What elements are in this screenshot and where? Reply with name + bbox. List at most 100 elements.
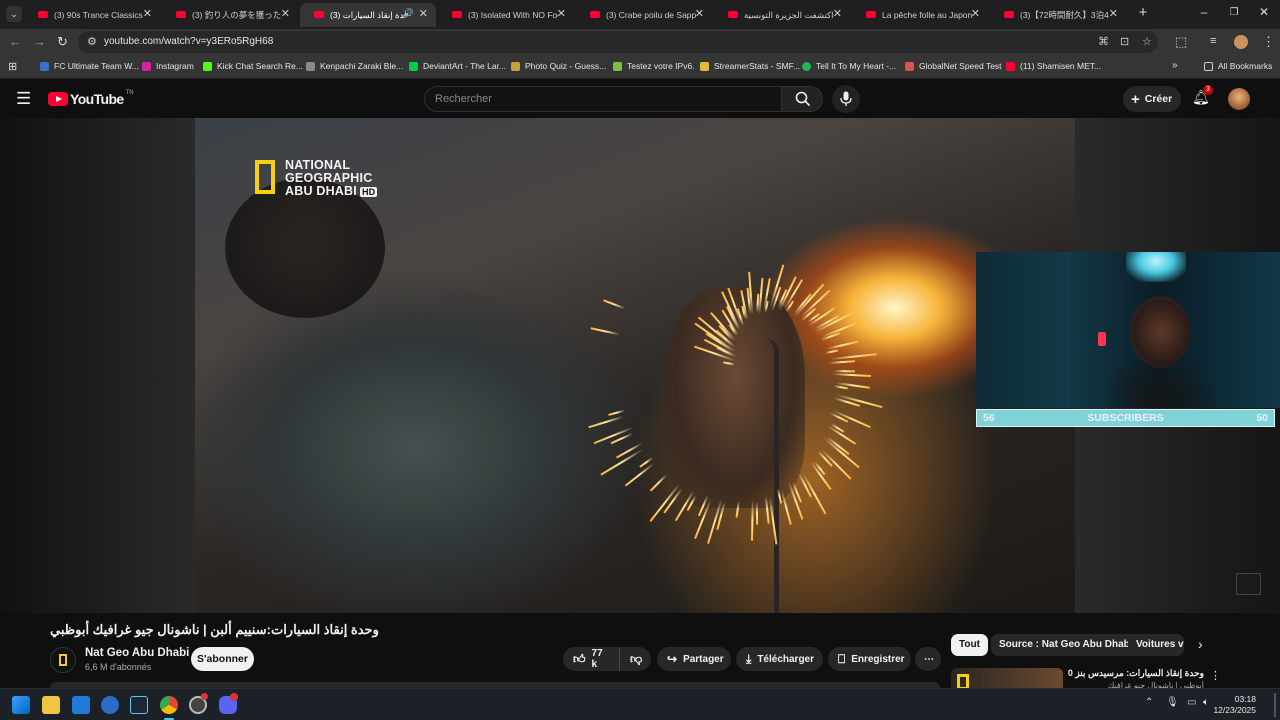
like-button[interactable]: 👍︎ 77 k xyxy=(563,647,619,671)
tab-6[interactable]: اكتشفت الجزيرة التونسية |✕ xyxy=(714,3,850,27)
bookmark-item[interactable]: Instagram xyxy=(142,61,194,71)
close-tab-icon[interactable]: ✕ xyxy=(419,7,428,20)
install-app-icon[interactable]: ⊡ xyxy=(1120,35,1129,48)
search-input[interactable]: Rechercher xyxy=(424,86,782,112)
bookmark-item[interactable]: Testez votre IPv6. xyxy=(613,61,695,71)
close-tab-icon[interactable]: ✕ xyxy=(695,7,704,20)
recommended-menu-icon[interactable]: ⋮ xyxy=(1210,669,1221,682)
share-button[interactable]: ↪ Partager xyxy=(657,647,731,671)
youtube-favicon-icon xyxy=(590,11,600,18)
search-button[interactable] xyxy=(781,86,823,112)
tab-3-active[interactable]: (3) وحدة إنقاذ السيارات🔊✕ xyxy=(300,3,436,27)
extensions-icon[interactable]: ⬚ xyxy=(1175,34,1187,50)
tray-display-icon[interactable]: ▭ xyxy=(1187,697,1196,708)
youtube-logo[interactable]: YouTube TN xyxy=(48,90,134,107)
chevron-right-icon[interactable]: › xyxy=(1198,636,1203,652)
close-tab-icon[interactable]: ✕ xyxy=(281,7,290,20)
tray-chevron-icon[interactable]: ⌃ xyxy=(1145,697,1153,708)
chip-all[interactable]: Tout xyxy=(951,634,988,656)
youtube-favicon-icon xyxy=(38,11,48,18)
bookmark-item[interactable]: Photo Quiz - Guess... xyxy=(511,61,606,71)
tab-4[interactable]: (3) Isolated With NO Foo ✕ xyxy=(438,3,574,27)
forward-icon[interactable]: → xyxy=(33,34,46,49)
close-tab-icon[interactable]: ✕ xyxy=(971,7,980,20)
close-tab-icon[interactable]: ✕ xyxy=(143,7,152,20)
channel-watermark-icon[interactable] xyxy=(1236,573,1261,595)
dislike-button[interactable]: 👎︎ xyxy=(619,647,651,671)
bookmark-item[interactable]: Tell It To My Heart -... xyxy=(802,61,896,71)
bookmark-item[interactable]: Kick Chat Search Re... xyxy=(203,61,303,71)
steam-icon[interactable] xyxy=(130,696,148,714)
all-bookmarks-folder[interactable]: All Bookmarks xyxy=(1204,61,1272,71)
subscribe-button[interactable]: S'abonner xyxy=(191,647,254,671)
reload-icon[interactable]: ↻ xyxy=(57,34,68,50)
profile-avatar-icon[interactable] xyxy=(1234,35,1248,49)
recommended-thumbnail[interactable] xyxy=(951,668,1063,690)
audio-playing-icon[interactable]: 🔊 xyxy=(403,8,414,19)
tab-8[interactable]: (3)【72時間耐久】3泊4日 ✕ xyxy=(990,3,1126,27)
tray-volume-icon[interactable]: 🔈︎ xyxy=(1203,697,1209,708)
video-frame: NATIONAL GEOGRAPHIC ABU DHABI HD xyxy=(195,118,1075,613)
menu-kebab-icon[interactable]: ⋮ xyxy=(1262,34,1275,50)
tray-mic-icon[interactable]: 🎙︎ xyxy=(1166,697,1179,708)
chrome-icon[interactable] xyxy=(160,696,178,714)
bookmark-item[interactable]: DeviantArt - The Lar... xyxy=(409,61,506,71)
file-explorer-icon[interactable] xyxy=(42,696,60,714)
close-tab-icon[interactable]: ✕ xyxy=(557,7,566,20)
url-text[interactable]: youtube.com/watch?v=y3ERo5RgH68 xyxy=(104,36,273,47)
translate-icon[interactable]: ⌘ xyxy=(1098,35,1109,48)
windows-start-icon[interactable] xyxy=(12,696,30,714)
bookmark-item[interactable]: FC Ultimate Team W... xyxy=(40,61,139,71)
user-avatar[interactable] xyxy=(1228,88,1250,110)
create-button[interactable]: + Créer xyxy=(1123,86,1181,112)
tab-7[interactable]: La pêche folle au Japon - ✕ xyxy=(852,3,988,27)
voice-search-button[interactable] xyxy=(832,85,860,113)
bookmark-item[interactable]: GlobalNet Speed Test xyxy=(905,61,1002,71)
maximize-icon[interactable]: ❐ xyxy=(1224,7,1244,18)
new-tab-icon[interactable]: + xyxy=(1133,4,1153,21)
download-button[interactable]: ⤓ Télécharger xyxy=(736,647,823,671)
recommended-title[interactable]: وحدة إنقاذ السيارات: مرسيدس بنز 230 إس xyxy=(1068,668,1204,679)
system-clock[interactable]: 03:18 12/23/2025 xyxy=(1213,694,1256,716)
video-title: وحدة إنقاذ السيارات:سنييم ألبن | ناشونال… xyxy=(50,622,379,637)
address-bar[interactable]: ⚙ youtube.com/watch?v=y3ERo5RgH68 ⌘ ⊡ ☆ xyxy=(78,31,1158,53)
save-button[interactable]: ⎕ Enregistrer xyxy=(828,647,911,671)
nat-geo-mini-icon xyxy=(59,654,67,666)
red-badge xyxy=(201,693,208,700)
video-left-blur xyxy=(0,118,195,613)
tab-2[interactable]: (3) 釣り人の夢を獲った！堤✕ xyxy=(162,3,298,27)
hamburger-menu-icon[interactable]: ☰ xyxy=(16,89,31,109)
minimize-icon[interactable]: – xyxy=(1194,5,1214,19)
more-actions-button[interactable]: ⋯ xyxy=(915,647,941,671)
spark-streak xyxy=(828,359,855,364)
channel-name[interactable]: Nat Geo Abu Dhabi xyxy=(85,647,189,659)
back-icon[interactable]: ← xyxy=(9,34,22,49)
bookmark-item[interactable]: StreamerStats - SMF... xyxy=(700,61,800,71)
youtube-favicon-icon xyxy=(866,11,876,18)
bookmark-favicon-icon xyxy=(1006,61,1015,71)
worker-head xyxy=(225,178,385,318)
chip-cars[interactable]: Voitures vir xyxy=(1128,634,1184,656)
tab-search-icon[interactable]: ⌄ xyxy=(6,6,22,22)
tab-1[interactable]: (3) 90s Trance Classics M ✕ xyxy=(24,3,160,27)
outlook-icon[interactable] xyxy=(72,696,90,714)
bookmark-favicon-icon xyxy=(802,61,811,71)
bookmark-favicon-icon xyxy=(203,61,212,71)
apps-grid-icon[interactable]: ⊞ xyxy=(8,60,17,73)
close-tab-icon[interactable]: ✕ xyxy=(833,7,842,20)
close-tab-icon[interactable]: ✕ xyxy=(1109,7,1118,20)
app-blue-icon[interactable] xyxy=(101,696,119,714)
channel-avatar[interactable] xyxy=(50,647,76,673)
notifications-button[interactable]: 🔔︎ 3 xyxy=(1192,85,1213,109)
show-desktop-edge[interactable] xyxy=(1274,693,1276,717)
tab-5[interactable]: (3) Crabe poilu de Sappor ✕ xyxy=(576,3,712,27)
media-controls-icon[interactable]: ≡ xyxy=(1210,35,1216,47)
chip-source[interactable]: Source : Nat Geo Abu Dhabi xyxy=(991,634,1141,656)
bookmark-icon: ⎕ xyxy=(838,651,846,666)
bookmark-item[interactable]: Kenpachi Zaraki Ble... xyxy=(306,61,403,71)
site-info-icon[interactable]: ⚙ xyxy=(87,35,97,48)
close-window-icon[interactable]: ✕ xyxy=(1254,5,1274,19)
bookmark-item[interactable]: (11) Shamisen MET... xyxy=(1006,61,1101,71)
more-bookmarks-icon[interactable]: » xyxy=(1172,60,1178,71)
bookmark-star-icon[interactable]: ☆ xyxy=(1142,35,1152,48)
